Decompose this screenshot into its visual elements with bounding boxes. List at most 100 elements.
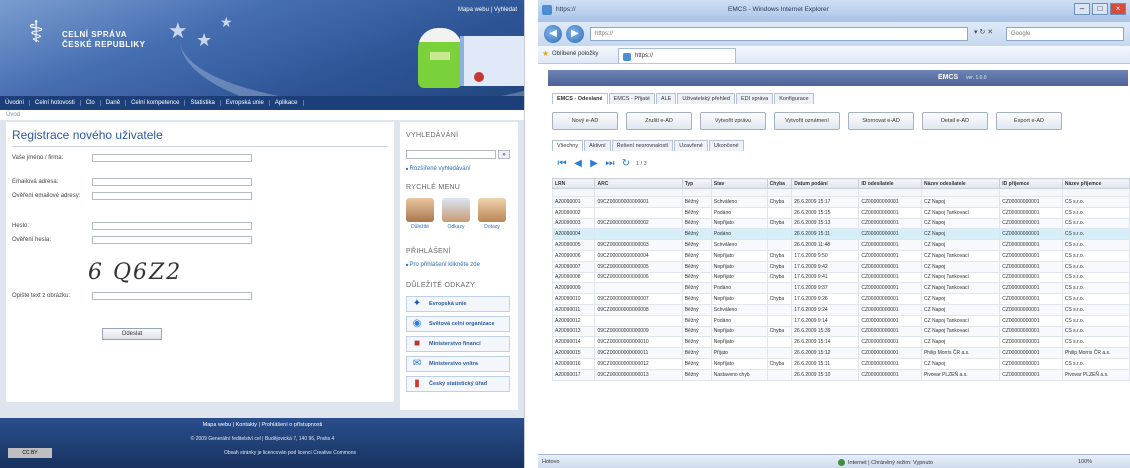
previous-page-icon[interactable]: ◀	[572, 158, 584, 170]
login-link[interactable]: Pro přihlášení klikněte zde	[406, 262, 480, 268]
link-mf[interactable]: ■ Ministerstvo financí	[406, 336, 510, 352]
column-header[interactable]: Stav	[710, 178, 768, 189]
tab-emcs-sent[interactable]: EMCS - Odeslané	[552, 93, 608, 104]
table-row[interactable]: A20090011 09CZ00000000000008 Běžný Schválen…	[551, 303, 1130, 316]
tab-ale[interactable]: ALE	[655, 93, 677, 104]
column-header[interactable]: Datum podání	[791, 178, 860, 189]
nav-item-dane[interactable]: Daně	[101, 100, 127, 106]
column-filter-input[interactable]	[710, 188, 768, 197]
column-filter-input[interactable]	[551, 188, 596, 197]
column-filter-input[interactable]	[999, 188, 1063, 197]
column-header[interactable]: ID příjemce	[999, 178, 1063, 189]
refresh-grid-icon[interactable]: ↻	[620, 158, 632, 170]
table-row[interactable]: A20090012 Běžný Podáno 17.6.2009 9:14 CZ0000…	[551, 314, 1130, 327]
captcha-input[interactable]	[92, 292, 252, 300]
table-row[interactable]: A20090005 09CZ00000000000003 Běžný Schválen…	[551, 239, 1130, 251]
table-row[interactable]: A20090014 09CZ00000000000010 Běžný Nepřijat…	[551, 336, 1130, 349]
header-top-links[interactable]: Mapa webu | Vyhledat	[458, 7, 517, 13]
column-filter-input[interactable]	[791, 188, 860, 197]
column-header[interactable]: ARC	[594, 178, 683, 189]
table-row[interactable]: A20090010 09CZ00000000000007 Běžný Nepřijat…	[551, 293, 1130, 305]
browser-tab[interactable]: https://	[618, 48, 736, 63]
quick-menu-item[interactable]: Odkazy	[442, 198, 470, 232]
detail-ead-button[interactable]: Detail e-AD	[922, 112, 988, 130]
creative-commons-badge[interactable]: CC BY	[8, 448, 52, 458]
nav-item-uvod[interactable]: Úvodní	[0, 100, 31, 106]
nav-item-eu[interactable]: Evropská unie	[221, 100, 270, 106]
column-filter-input[interactable]	[920, 188, 1001, 197]
tab-finished[interactable]: Ukončené	[708, 140, 744, 151]
table-row[interactable]: A20090004 Běžný Podáno 26.6.2009 15:11 CZ000…	[551, 228, 1130, 241]
password-input[interactable]	[92, 222, 252, 230]
column-header[interactable]: Typ	[681, 178, 712, 189]
breadcrumb[interactable]: Úvod	[0, 110, 524, 120]
create-notice-button[interactable]: Vytvořit oznámení	[774, 112, 840, 130]
column-header[interactable]: Chyba	[766, 178, 793, 189]
close-icon[interactable]: ×	[1110, 3, 1126, 15]
maximize-icon[interactable]: □	[1092, 3, 1108, 15]
table-row[interactable]: A20090008 09CZ00000000000006 Běžný Nepřijat…	[551, 271, 1130, 284]
search-button[interactable]: »	[498, 150, 510, 159]
search-box[interactable]: Google	[1006, 27, 1124, 41]
tab-closed[interactable]: Uzavřené	[674, 140, 708, 151]
address-bar[interactable]: https://	[590, 27, 968, 41]
column-filter-input[interactable]	[1061, 188, 1130, 197]
submit-button[interactable]: Odeslat	[102, 328, 162, 340]
nav-item-hotovosti[interactable]: Celní hotovosti	[30, 100, 81, 106]
table-row[interactable]: A20090013 09CZ00000000000009 Běžný Nepřijat…	[551, 325, 1130, 338]
search-input[interactable]	[406, 150, 496, 159]
column-header[interactable]: Název odesílatele	[920, 178, 1001, 189]
quick-menu-item[interactable]: Důležité	[406, 198, 434, 232]
back-icon[interactable]: ◀	[544, 25, 562, 43]
tab-edi[interactable]: EDI správa	[736, 93, 774, 104]
tab-configuration[interactable]: Konfigurace	[774, 93, 814, 104]
next-page-icon[interactable]: ▶	[588, 158, 600, 170]
site-logo-text[interactable]: CELNÍ SPRÁVA ČESKÉ REPUBLIKY	[62, 30, 146, 50]
forward-icon[interactable]: ▶	[566, 25, 584, 43]
caduceus-logo-icon[interactable]: ⚕	[16, 10, 56, 56]
first-page-icon[interactable]: ⏮	[556, 158, 568, 170]
table-row[interactable]: A20090002 Běžný Podáno 26.6.2009 15:15 CZ000…	[551, 206, 1130, 219]
favorites-label[interactable]: Oblíbené položky	[552, 51, 598, 57]
nav-item-aplikace[interactable]: Aplikace	[270, 100, 304, 106]
nav-item-kompetence[interactable]: Celní kompetence	[126, 100, 186, 106]
footer-links[interactable]: Mapa webu | Kontakty | Prohlášení o přís…	[0, 422, 524, 428]
table-row[interactable]: A20090001 09CZ00000000000001 Běžný Schválen…	[551, 196, 1130, 208]
column-header[interactable]: Název příjemce	[1061, 178, 1130, 189]
advanced-search-link[interactable]: Rozšířené vyhledávání	[406, 166, 471, 172]
favorites-star-icon[interactable]: ★	[542, 49, 549, 58]
table-row[interactable]: A20090003 09CZ00000000000002 Běžný Nepřijat…	[551, 217, 1130, 230]
tab-emcs-received[interactable]: EMCS - Přijaté	[608, 93, 655, 104]
link-mv[interactable]: ✉ Ministerstvo vnitra	[406, 356, 510, 372]
link-csu[interactable]: ▮ Český statistický úřad	[406, 376, 510, 392]
storno-ead-button[interactable]: Stornovat e-AD	[848, 112, 914, 130]
column-filter-input[interactable]	[858, 188, 922, 197]
minimize-icon[interactable]: –	[1074, 3, 1090, 15]
cancel-ead-button[interactable]: Zrušit e-AD	[626, 112, 692, 130]
link-eu[interactable]: ✦ Evropská unie	[406, 296, 510, 312]
name-input[interactable]	[92, 154, 252, 162]
tab-active[interactable]: Aktivní	[584, 140, 611, 151]
link-wco[interactable]: ◉ Světová celní organizace	[406, 316, 510, 332]
last-page-icon[interactable]: ⏭	[604, 158, 616, 170]
column-header[interactable]: LRN	[551, 178, 596, 189]
export-ead-button[interactable]: Export e-AD	[996, 112, 1062, 130]
tab-user-overview[interactable]: Uživatelský přehled	[677, 93, 736, 104]
quick-menu-item[interactable]: Dotazy	[478, 198, 506, 232]
zoom-level[interactable]: 100%	[1078, 459, 1092, 465]
table-row[interactable]: A20090009 Běžný Podáno 17.6.2009 9:37 CZ0000…	[551, 282, 1130, 295]
table-row[interactable]: A20090007 09CZ00000000000005 Běžný Nepřijat…	[551, 260, 1130, 273]
column-filter-input[interactable]	[681, 188, 712, 197]
email-input[interactable]	[92, 178, 252, 186]
new-ead-button[interactable]: Nový e-AD	[552, 112, 618, 130]
nav-item-clo[interactable]: Clo	[81, 100, 101, 106]
password-confirm-input[interactable]	[92, 236, 252, 244]
nav-item-statistika[interactable]: Statistika	[185, 100, 221, 106]
column-filter-input[interactable]	[594, 188, 683, 197]
create-message-button[interactable]: Vytvořit zprávu	[700, 112, 766, 130]
table-row[interactable]: A20090015 09CZ00000000000011 Běžný Přijato 2…	[551, 347, 1130, 359]
email-confirm-input[interactable]	[92, 192, 252, 200]
column-header[interactable]: ID odesílatele	[858, 178, 922, 189]
tab-discrepancy[interactable]: Řešení nesrovnalostí	[611, 140, 674, 151]
table-row[interactable]: A20090006 09CZ00000000000004 Běžný Nepřijat…	[551, 249, 1130, 262]
